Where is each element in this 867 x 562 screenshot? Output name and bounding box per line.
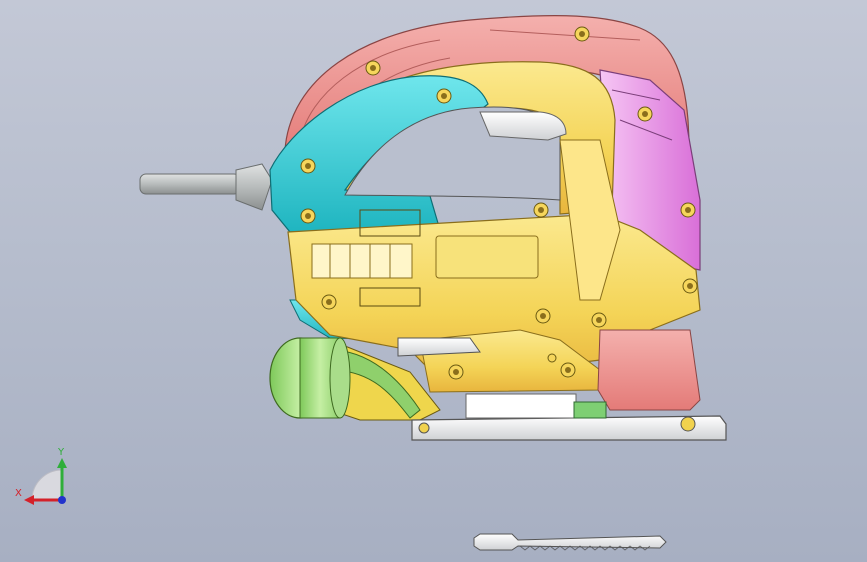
front-nose bbox=[597, 329, 701, 411]
label-recess bbox=[435, 235, 539, 279]
triad-background bbox=[31, 469, 63, 501]
saw-blade bbox=[473, 533, 667, 551]
z-axis-dot bbox=[58, 496, 66, 504]
y-axis-arrowhead bbox=[57, 458, 67, 468]
x-axis-arrowhead bbox=[24, 495, 34, 505]
y-axis-label: Y bbox=[57, 447, 65, 458]
cad-graphics-viewport[interactable]: Y X bbox=[0, 0, 867, 562]
coordinate-triad: Y X bbox=[15, 447, 67, 505]
jigsaw-3d-model[interactable]: Y X bbox=[0, 0, 867, 562]
x-axis-label: X bbox=[15, 488, 22, 499]
power-cord bbox=[139, 163, 273, 211]
trigger bbox=[479, 111, 567, 141]
